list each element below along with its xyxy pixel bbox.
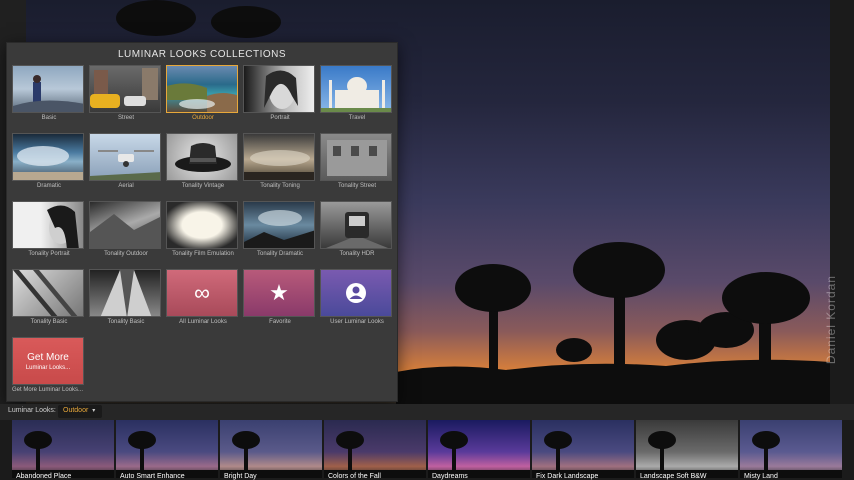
look-thumb[interactable]: Daydreams	[428, 420, 530, 480]
looks-collection-dropdown[interactable]: Outdoor ▾	[58, 405, 102, 418]
building-photo	[320, 133, 392, 181]
bw-storm-photo	[243, 201, 315, 249]
collection-basic[interactable]: Basic	[12, 65, 86, 123]
collection-street[interactable]: Street	[89, 65, 163, 123]
collection-tonality-street[interactable]: Tonality Street	[320, 133, 394, 191]
get-more-tile: Get More Luminar Looks...	[12, 337, 84, 385]
hat-photo	[166, 133, 238, 181]
bw-window-photo	[12, 269, 84, 317]
look-preview	[428, 420, 530, 478]
collection-tonality-portrait[interactable]: Tonality Portrait	[12, 201, 86, 259]
collection-get-more[interactable]: Get More Luminar Looks... Get More Lumin…	[12, 337, 86, 395]
coast-photo	[166, 65, 238, 113]
collection-tonality-toning[interactable]: Tonality Toning	[243, 133, 317, 191]
collection-tonality-dramatic[interactable]: Tonality Dramatic	[243, 201, 317, 259]
collection-tonality-film-emulation[interactable]: Tonality Film Emulation	[166, 201, 240, 259]
user-icon	[320, 269, 392, 317]
collection-tonality-hdr[interactable]: Tonality HDR	[320, 201, 394, 259]
collection-favorite[interactable]: ★ Favorite	[243, 269, 317, 327]
drone-photo	[89, 133, 161, 181]
luminar-looks-collections-popup: LUMINAR LOOKS COLLECTIONS Basic Street O…	[6, 42, 398, 402]
look-preview	[220, 420, 322, 478]
collection-outdoor[interactable]: Outdoor	[166, 65, 240, 123]
look-thumb[interactable]: Landscape Soft B&W	[636, 420, 738, 480]
collection-tonality-basic-2[interactable]: Tonality Basic	[89, 269, 163, 327]
look-thumb[interactable]: Colors of the Fall	[324, 420, 426, 480]
collection-all-luminar-looks[interactable]: ∞ All Luminar Looks	[166, 269, 240, 327]
collection-portrait[interactable]: Portrait	[243, 65, 317, 123]
bw-portrait-photo	[12, 201, 84, 249]
collection-tonality-basic-1[interactable]: Tonality Basic	[12, 269, 86, 327]
infinity-icon: ∞	[166, 269, 238, 317]
photographer-photo	[12, 65, 84, 113]
look-thumb[interactable]: Abandoned Place	[12, 420, 114, 480]
look-thumb[interactable]: Fix Dark Landscape	[532, 420, 634, 480]
collection-dramatic[interactable]: Dramatic	[12, 133, 86, 191]
collection-tonality-outdoor[interactable]: Tonality Outdoor	[89, 201, 163, 259]
collection-tonality-vintage[interactable]: Tonality Vintage	[166, 133, 240, 191]
portrait-photo	[243, 65, 315, 113]
look-preview	[116, 420, 218, 478]
luminar-looks-bar: Luminar Looks: Outdoor ▾	[0, 404, 854, 420]
look-preview	[324, 420, 426, 478]
looks-bar-label: Luminar Looks:	[8, 407, 56, 414]
look-thumb[interactable]: Misty Land	[740, 420, 842, 480]
look-thumb[interactable]: Bright Day	[220, 420, 322, 480]
bw-landscape-photo	[89, 201, 161, 249]
film-frame-photo	[166, 201, 238, 249]
dropdown-value: Outdoor	[63, 407, 89, 414]
collection-travel[interactable]: Travel	[320, 65, 394, 123]
clouds-photo	[243, 133, 315, 181]
subway-photo	[320, 201, 392, 249]
photo-credit-watermark: Daniel Kordan	[824, 275, 838, 365]
street-photo	[89, 65, 161, 113]
collection-user-luminar-looks[interactable]: User Luminar Looks	[320, 269, 394, 327]
taj-mahal-photo	[320, 65, 392, 113]
chevron-down-icon: ▾	[92, 408, 96, 414]
star-icon: ★	[243, 269, 315, 317]
storm-photo	[12, 133, 84, 181]
look-preview	[532, 420, 634, 478]
collection-aerial[interactable]: Aerial	[89, 133, 163, 191]
skyscraper-photo	[89, 269, 161, 317]
look-thumb[interactable]: Auto Smart Enhance	[116, 420, 218, 480]
look-preview	[636, 420, 738, 478]
looks-filmstrip: Abandoned Place Auto Smart Enhance Brigh…	[0, 420, 854, 480]
look-preview	[740, 420, 842, 478]
look-preview	[12, 420, 114, 478]
popup-title: LUMINAR LOOKS COLLECTIONS	[117, 49, 287, 60]
